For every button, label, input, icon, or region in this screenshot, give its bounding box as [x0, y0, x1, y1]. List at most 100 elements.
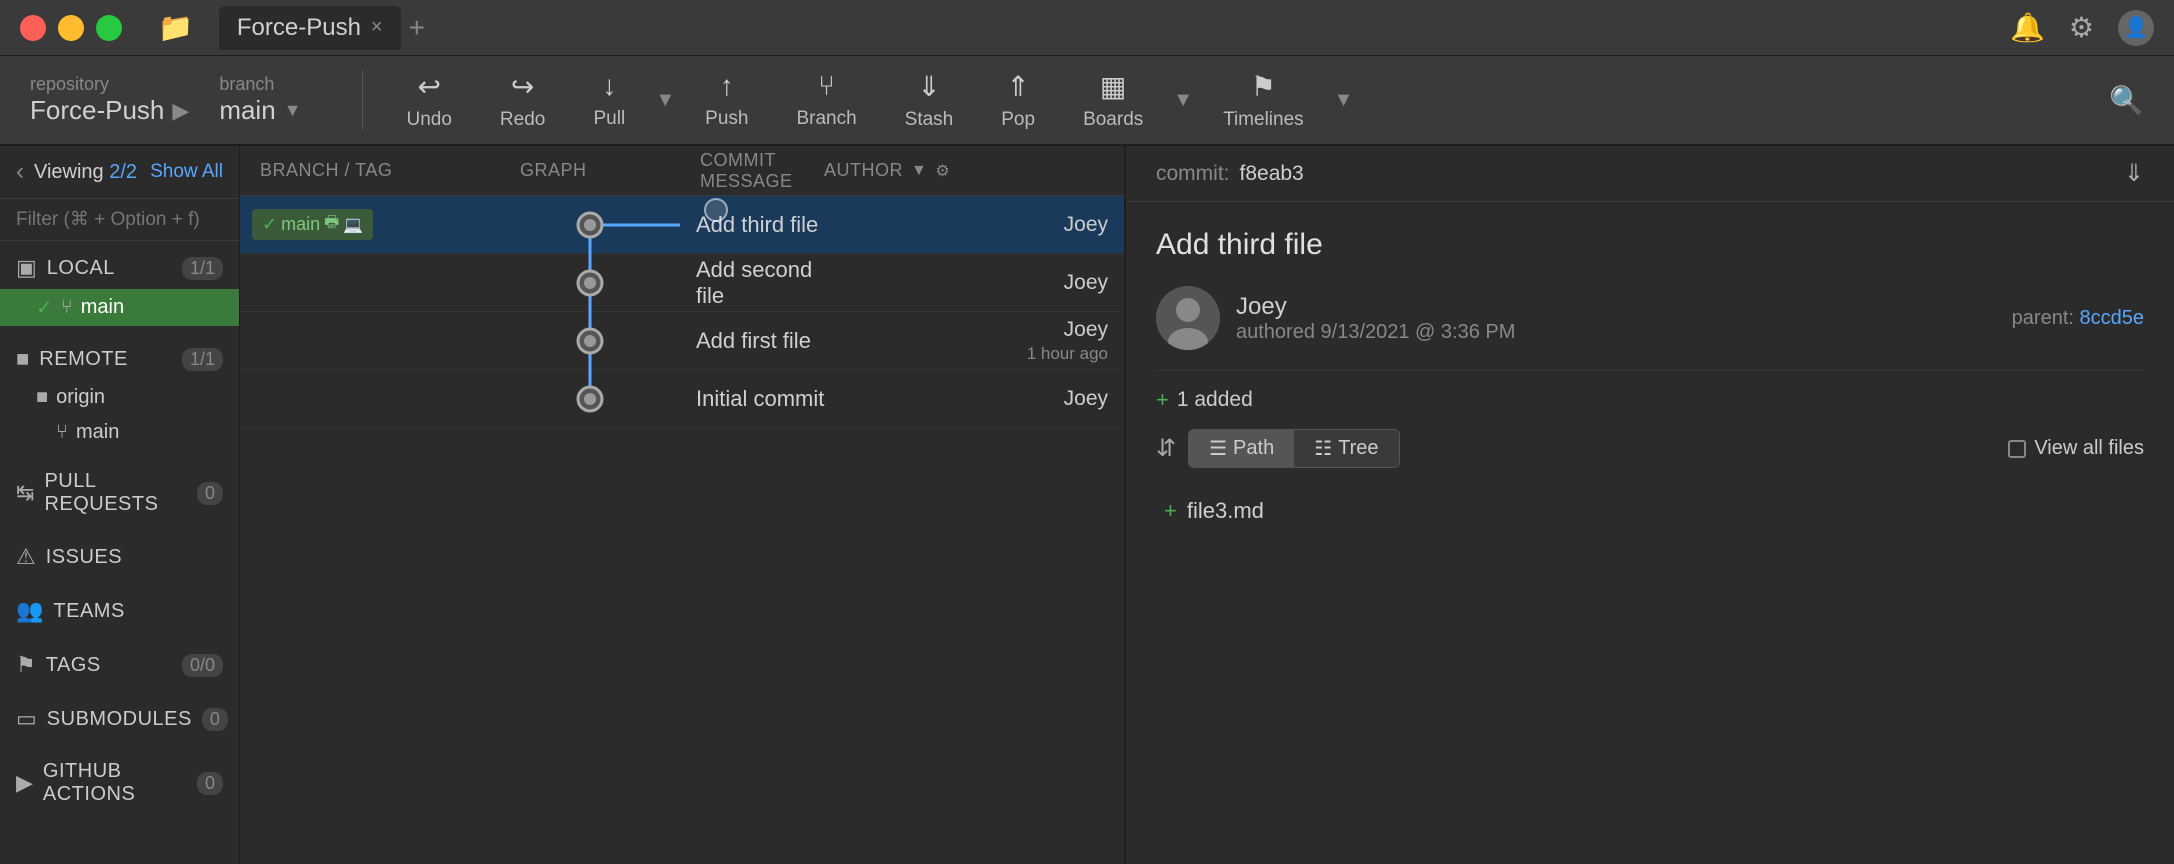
branch-name-text[interactable]: main — [219, 95, 275, 126]
commit-message-text: Add third file — [696, 212, 818, 237]
sidebar-section-github-actions: ▶ GITHUB ACTIONS 0 — [0, 746, 239, 820]
add-tab-button[interactable]: + — [409, 12, 425, 44]
commit-author-time: 1 hour ago — [1027, 344, 1108, 364]
tab-label: Force-Push — [237, 14, 361, 42]
sidebar-section-teams: 👥 TEAMS — [0, 584, 239, 638]
author-filter-icon[interactable]: ▼ — [911, 162, 927, 180]
view-all-files-toggle[interactable]: View all files — [2008, 437, 2144, 460]
pull-dropdown-icon[interactable]: ▼ — [649, 89, 681, 112]
boards-button-group: ▦ Boards ▼ — [1059, 62, 1199, 139]
folder-icon[interactable]: 📁 — [158, 11, 193, 44]
added-plus-icon: + — [1156, 387, 1169, 413]
right-panel-body: Add third file Joey authored 9/13/2021 @… — [1126, 202, 2174, 864]
push-icon: ↑ — [720, 70, 734, 102]
commit-row[interactable]: Initial commit Joey — [240, 370, 1124, 428]
commit-row[interactable]: Add first file Joey 1 hour ago — [240, 312, 1124, 370]
branch-info: branch main ▼ — [219, 74, 301, 126]
repo-arrow-icon: ▶ — [172, 98, 189, 124]
push-button[interactable]: ↑ Push — [681, 62, 772, 138]
commit-title-detail: Add third file — [1156, 228, 2144, 262]
teams-section-header[interactable]: 👥 TEAMS — [0, 590, 239, 632]
pull-requests-title: PULL REQUESTS — [44, 470, 187, 516]
issues-title: ISSUES — [46, 546, 223, 569]
undo-button[interactable]: ↩ Undo — [383, 62, 476, 139]
pull-requests-section-header[interactable]: ↹ PULL REQUESTS 0 — [0, 462, 239, 524]
repo-name-text[interactable]: Force-Push — [30, 95, 164, 126]
commit-message-cell: Initial commit — [680, 386, 844, 412]
pop-label: Pop — [1001, 109, 1035, 131]
remote-section-header[interactable]: ■ REMOTE 1/1 — [0, 338, 239, 380]
redo-icon: ↪ — [511, 70, 534, 103]
commit-branch-cell: ✓ main 🖶 💻 — [240, 209, 500, 240]
author-date-detail: authored 9/13/2021 @ 3:36 PM — [1236, 321, 1996, 344]
sidebar-back-icon[interactable]: ‹ — [16, 158, 24, 186]
added-text: 1 added — [1177, 388, 1253, 412]
sidebar-item-main-local[interactable]: ✓ ⑂ main — [0, 289, 239, 326]
commit-message-text: Initial commit — [696, 386, 824, 411]
timelines-button[interactable]: ⚑ Timelines — [1199, 62, 1328, 139]
sidebar-item-origin[interactable]: ■ origin — [0, 380, 239, 415]
maximize-button[interactable] — [96, 15, 122, 41]
pull-button[interactable]: ↓ Pull — [569, 62, 649, 138]
local-section-header[interactable]: ▣ LOCAL 1/1 — [0, 247, 239, 289]
tree-label: Tree — [1338, 437, 1378, 460]
path-view-button[interactable]: ☰ Path — [1189, 430, 1294, 467]
file-list: + file3.md — [1156, 484, 2144, 538]
tree-view-button[interactable]: ☷ Tree — [1294, 430, 1398, 467]
user-avatar[interactable]: 👤 — [2118, 10, 2154, 46]
tab-close-icon[interactable]: × — [371, 16, 383, 39]
commit-row[interactable]: Add second file Joey — [240, 254, 1124, 312]
file-row[interactable]: + file3.md — [1156, 492, 2144, 530]
main-layout: ‹ Viewing 2/2 Show All 🔍 ▣ LOCAL 1/1 ✓ ⑂… — [0, 146, 2174, 864]
redo-button[interactable]: ↪ Redo — [476, 62, 569, 139]
issues-icon: ⚠ — [16, 544, 36, 570]
commit-message-cell: Add third file — [680, 212, 844, 238]
sidebar-item-origin-label: origin — [56, 386, 105, 409]
commit-author-cell: Joey 1 hour ago — [844, 318, 1124, 364]
search-button[interactable]: 🔍 — [2109, 84, 2144, 117]
commit-graph-cell — [500, 196, 680, 254]
close-button[interactable] — [20, 15, 46, 41]
branch-button[interactable]: ⑂ Branch — [772, 62, 880, 138]
remote-icon: ■ — [16, 346, 29, 372]
commit-row[interactable]: ✓ main 🖶 💻 Add third file — [240, 196, 1124, 254]
commit-message-text: Add second file — [696, 257, 812, 308]
origin-main-icon: ⑂ — [56, 421, 68, 444]
view-all-checkbox[interactable] — [2008, 440, 2026, 458]
github-actions-section-header[interactable]: ▶ GITHUB ACTIONS 0 — [0, 752, 239, 814]
issues-section-header[interactable]: ⚠ ISSUES — [0, 536, 239, 578]
sidebar-item-origin-main[interactable]: ⑂ main — [0, 415, 239, 450]
pop-button[interactable]: ⇑ Pop — [977, 62, 1059, 139]
settings-icon[interactable]: ⚙ — [2069, 11, 2094, 44]
col-message: COMMIT MESSAGE — [700, 150, 824, 192]
minimize-button[interactable] — [58, 15, 84, 41]
boards-dropdown-icon[interactable]: ▼ — [1167, 89, 1199, 112]
tree-icon: ☷ — [1314, 436, 1332, 461]
sidebar-section-local: ▣ LOCAL 1/1 ✓ ⑂ main — [0, 241, 239, 332]
file-name: file3.md — [1187, 498, 1264, 524]
download-icon[interactable]: ⇓ — [2124, 159, 2144, 188]
sidebar-section-submodules: ▭ SUBMODULES 0 — [0, 692, 239, 746]
toolbar-right-icons: 🔍 — [2109, 84, 2144, 117]
notifications-icon[interactable]: 🔔 — [2010, 11, 2045, 44]
sort-icon[interactable]: ⇵ — [1156, 434, 1176, 463]
branch-dropdown-icon[interactable]: ▼ — [284, 100, 302, 121]
divider — [1156, 370, 2144, 371]
boards-button[interactable]: ▦ Boards — [1059, 62, 1167, 139]
github-actions-icon: ▶ — [16, 770, 33, 796]
filter-input[interactable] — [16, 209, 240, 231]
stash-label: Stash — [905, 109, 954, 131]
tab-force-push[interactable]: Force-Push × — [219, 6, 401, 50]
commit-author-name: Joey — [1064, 318, 1108, 342]
show-all-button[interactable]: Show All — [150, 161, 223, 183]
timelines-dropdown-icon[interactable]: ▼ — [1328, 89, 1360, 112]
author-settings-icon[interactable]: ⚙ — [935, 161, 950, 181]
stash-button[interactable]: ⇓ Stash — [881, 62, 978, 139]
commit-graph-cell — [500, 254, 680, 312]
right-panel: commit: f8eab3 ⇓ Add third file Joey aut… — [1124, 146, 2174, 864]
branch-icon: ⑂ — [818, 70, 835, 102]
local-section-title: LOCAL — [47, 257, 172, 280]
submodules-section-header[interactable]: ▭ SUBMODULES 0 — [0, 698, 239, 740]
parent-label: parent: — [2012, 307, 2074, 329]
tags-section-header[interactable]: ⚑ TAGS 0/0 — [0, 644, 239, 686]
